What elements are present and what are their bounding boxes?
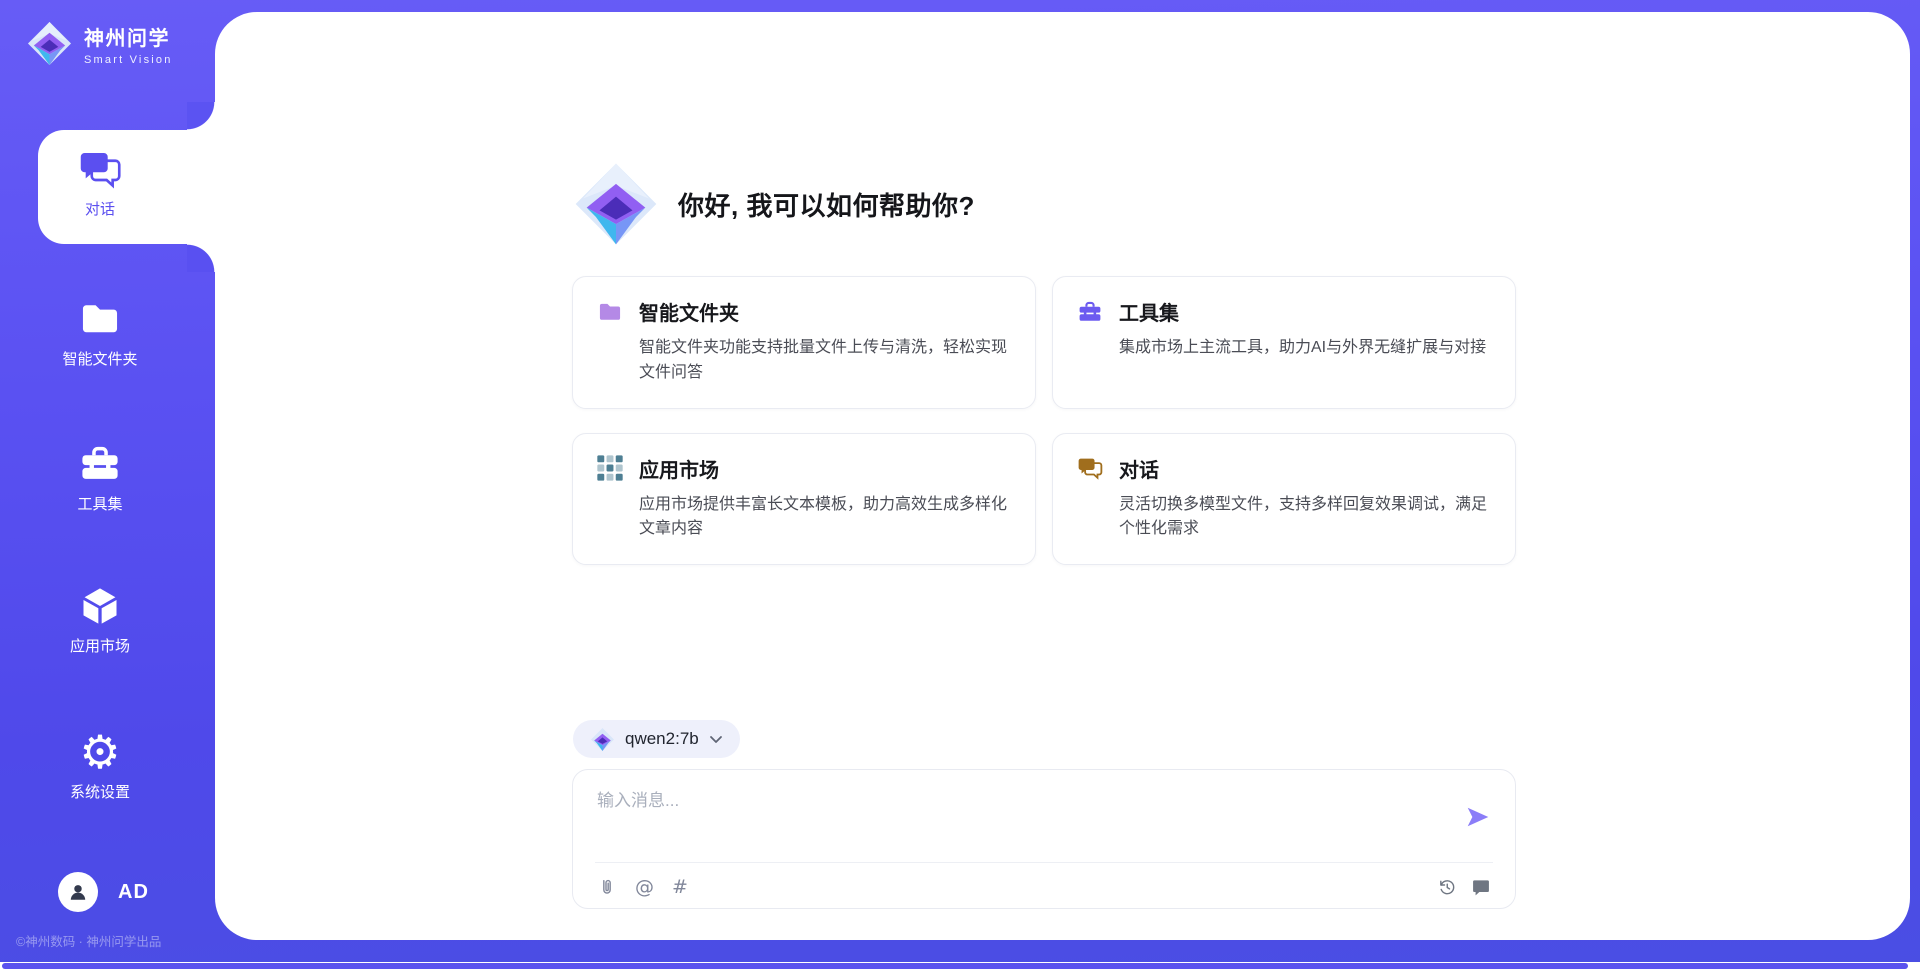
chat-bubble-icon (1471, 877, 1491, 897)
composer-divider (595, 862, 1493, 863)
user-account[interactable]: AD (58, 872, 149, 912)
card-header: 智能文件夹 (597, 297, 1011, 326)
chevron-down-icon (709, 735, 723, 744)
active-tab-corner-bottom (187, 244, 215, 272)
gear-icon: ⚙ (0, 729, 200, 775)
model-name: qwen2:7b (625, 729, 699, 749)
send-icon (1465, 804, 1491, 830)
chat-icon (0, 146, 200, 192)
card-description: 灵活切换多模型文件，支持多样回复效果调试，满足个性化需求 (1119, 493, 1491, 543)
card-title: 智能文件夹 (639, 297, 739, 326)
greeting-title: 你好, 我可以如何帮助你? (678, 186, 975, 223)
card-description: 智能文件夹功能支持批量文件上传与清洗，轻松实现文件问答 (639, 336, 1011, 386)
composer-toolbar-right (1437, 877, 1491, 897)
hash-icon: # (672, 877, 688, 897)
horizontal-scrollbar[interactable] (0, 962, 1920, 970)
message-input[interactable] (597, 786, 1427, 848)
main-panel: 你好, 我可以如何帮助你? 智能文件夹 智能文件夹功能支持批量文件上传与清洗，轻… (215, 12, 1910, 940)
cube-icon (0, 583, 200, 629)
toolbox-icon (1077, 299, 1103, 325)
paperclip-icon (597, 877, 617, 897)
sidebar-item-label: 智能文件夹 (0, 348, 200, 369)
model-selector-button[interactable]: qwen2:7b (573, 720, 740, 758)
sidebar-item-toolset[interactable]: 工具集 (0, 441, 200, 514)
sidebar-item-label: 对话 (0, 198, 200, 219)
at-icon: @ (635, 877, 654, 897)
card-header: 工具集 (1077, 297, 1491, 326)
card-title: 对话 (1119, 454, 1159, 483)
toolbox-icon (0, 441, 200, 487)
card-header: 应用市场 (597, 454, 1011, 483)
app-window: 神州问学 Smart Vision 对话 智能文件夹 (0, 0, 1920, 970)
composer-toolbar: @ # (597, 872, 1491, 902)
sidebar-item-smart-folder[interactable]: 智能文件夹 (0, 296, 200, 369)
scrollbar-thumb[interactable] (2, 963, 1908, 969)
hash-button[interactable]: # (672, 877, 688, 897)
card-description: 应用市场提供丰富长文本模板，助力高效生成多样化文章内容 (639, 493, 1011, 543)
composer-toolbar-left: @ # (597, 877, 688, 897)
history-icon (1437, 877, 1457, 897)
avatar (58, 872, 98, 912)
sidebar-item-settings[interactable]: ⚙ 系统设置 (0, 729, 200, 802)
card-toolset[interactable]: 工具集 集成市场上主流工具，助力AI与外界无缝扩展与对接 (1052, 276, 1516, 409)
chat-icon (1077, 455, 1103, 481)
send-button[interactable] (1465, 804, 1491, 830)
brand-subtitle: Smart Vision (84, 54, 173, 66)
greeting: 你好, 我可以如何帮助你? (572, 160, 975, 248)
sidebar-footer: ©神州数码 · 神州问学出品 (16, 931, 226, 950)
mention-button[interactable]: @ (635, 877, 654, 897)
diamond-logo-icon (26, 20, 73, 67)
sidebar-item-label: 系统设置 (0, 781, 200, 802)
card-description: 集成市场上主流工具，助力AI与外界无缝扩展与对接 (1119, 336, 1491, 361)
folder-icon (0, 296, 200, 342)
card-title: 应用市场 (639, 454, 719, 483)
diamond-logo-icon (590, 727, 615, 752)
attach-button[interactable] (597, 877, 617, 897)
sidebar-item-app-market[interactable]: 应用市场 (0, 583, 200, 656)
history-button[interactable] (1437, 877, 1457, 897)
sidebar-item-label: 应用市场 (0, 635, 200, 656)
card-smart-folder[interactable]: 智能文件夹 智能文件夹功能支持批量文件上传与清洗，轻松实现文件问答 (572, 276, 1036, 409)
brand-text: 神州问学 Smart Vision (84, 22, 173, 66)
card-chat[interactable]: 对话 灵活切换多模型文件，支持多样回复效果调试，满足个性化需求 (1052, 433, 1516, 566)
sidebar-item-chat[interactable]: 对话 (0, 146, 200, 219)
grid-icon (597, 455, 623, 481)
person-icon (66, 880, 90, 904)
card-app-market[interactable]: 应用市场 应用市场提供丰富长文本模板，助力高效生成多样化文章内容 (572, 433, 1036, 566)
brand: 神州问学 Smart Vision (26, 20, 173, 67)
sidebar-item-label: 工具集 (0, 493, 200, 514)
diamond-logo-icon (572, 160, 660, 248)
user-name: AD (118, 881, 149, 904)
brand-name: 神州问学 (84, 22, 173, 51)
composer: @ # (572, 769, 1516, 909)
feedback-button[interactable] (1471, 877, 1491, 897)
active-tab-corner-top (187, 102, 215, 130)
feature-cards: 智能文件夹 智能文件夹功能支持批量文件上传与清洗，轻松实现文件问答 (572, 276, 1516, 565)
card-title: 工具集 (1119, 297, 1179, 326)
card-header: 对话 (1077, 454, 1491, 483)
folder-icon (597, 299, 623, 325)
